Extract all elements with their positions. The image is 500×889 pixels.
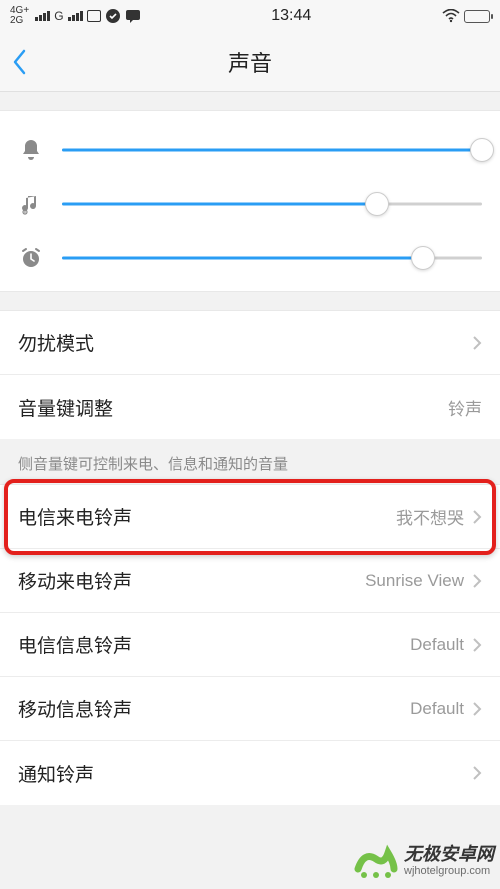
slider-ringtone	[18, 123, 482, 177]
status-right	[442, 9, 490, 23]
row-mobile-msg-value: Default	[410, 699, 464, 719]
status-bar: 4G+ 2G G 13:44	[0, 0, 500, 32]
sim-icon	[87, 10, 101, 22]
row-telecom-ringtone[interactable]: 电信来电铃声 我不想哭	[0, 485, 500, 549]
row-mobile-ring-label: 移动来电铃声	[18, 567, 132, 594]
chevron-right-icon	[472, 573, 482, 589]
signal-icon-1	[35, 11, 50, 21]
row-telecom-ring-value: 我不想哭	[396, 504, 464, 529]
back-button[interactable]	[12, 32, 28, 91]
row-mobile-msg-label: 移动信息铃声	[18, 695, 132, 722]
row-notification[interactable]: 通知铃声	[0, 741, 500, 805]
signal-icon-2	[68, 11, 83, 21]
row-volkey-value: 铃声	[448, 395, 482, 420]
chevron-left-icon	[12, 49, 28, 75]
chevron-right-icon	[472, 335, 482, 351]
battery-icon	[464, 10, 490, 23]
section-note: 侧音量键可控制来电、信息和通知的音量	[0, 439, 500, 484]
clock-icon	[18, 245, 44, 271]
watermark-logo-icon	[354, 839, 398, 883]
row-mobile-message[interactable]: 移动信息铃声 Default	[0, 677, 500, 741]
page-title: 声音	[228, 46, 272, 78]
slider-alarm	[18, 231, 482, 285]
chevron-right-icon	[472, 765, 482, 781]
slider-media	[18, 177, 482, 231]
settings-list-1: 勿扰模式 音量键调整 铃声	[0, 310, 500, 439]
volume-sliders	[0, 110, 500, 292]
watermark: 无极安卓网 wjhotelgroup.com	[354, 839, 494, 883]
wifi-icon	[442, 9, 460, 23]
ringtone-slider[interactable]	[62, 138, 482, 162]
chevron-right-icon	[472, 701, 482, 717]
checkmark-circle-icon	[105, 8, 121, 24]
header: 声音	[0, 32, 500, 92]
row-telecom-msg-label: 电信信息铃声	[18, 631, 132, 658]
bell-icon	[18, 137, 44, 163]
row-notify-label: 通知铃声	[18, 760, 94, 787]
row-dnd[interactable]: 勿扰模式	[0, 311, 500, 375]
row-mobile-ring-value: Sunrise View	[365, 571, 464, 591]
status-left: 4G+ 2G G	[10, 6, 141, 26]
row-mobile-ringtone[interactable]: 移动来电铃声 Sunrise View	[0, 549, 500, 613]
chevron-right-icon	[472, 509, 482, 525]
net-label-bottom: 2G	[10, 16, 29, 26]
row-telecom-message[interactable]: 电信信息铃声 Default	[0, 613, 500, 677]
media-slider[interactable]	[62, 192, 482, 216]
comment-icon	[125, 8, 141, 24]
watermark-cn: 无极安卓网	[404, 845, 494, 865]
row-telecom-ring-label: 电信来电铃声	[18, 503, 132, 530]
g-label: G	[54, 11, 63, 21]
alarm-slider[interactable]	[62, 246, 482, 270]
row-telecom-msg-value: Default	[410, 635, 464, 655]
row-volume-key[interactable]: 音量键调整 铃声	[0, 375, 500, 439]
settings-list-2: 电信来电铃声 我不想哭 移动来电铃声 Sunrise View 电信信息铃声 D…	[0, 484, 500, 805]
row-dnd-label: 勿扰模式	[18, 329, 94, 356]
chevron-right-icon	[472, 637, 482, 653]
music-note-icon	[18, 191, 44, 217]
status-time: 13:44	[271, 7, 311, 25]
row-volkey-label: 音量键调整	[18, 394, 113, 421]
watermark-en: wjhotelgroup.com	[404, 865, 494, 877]
